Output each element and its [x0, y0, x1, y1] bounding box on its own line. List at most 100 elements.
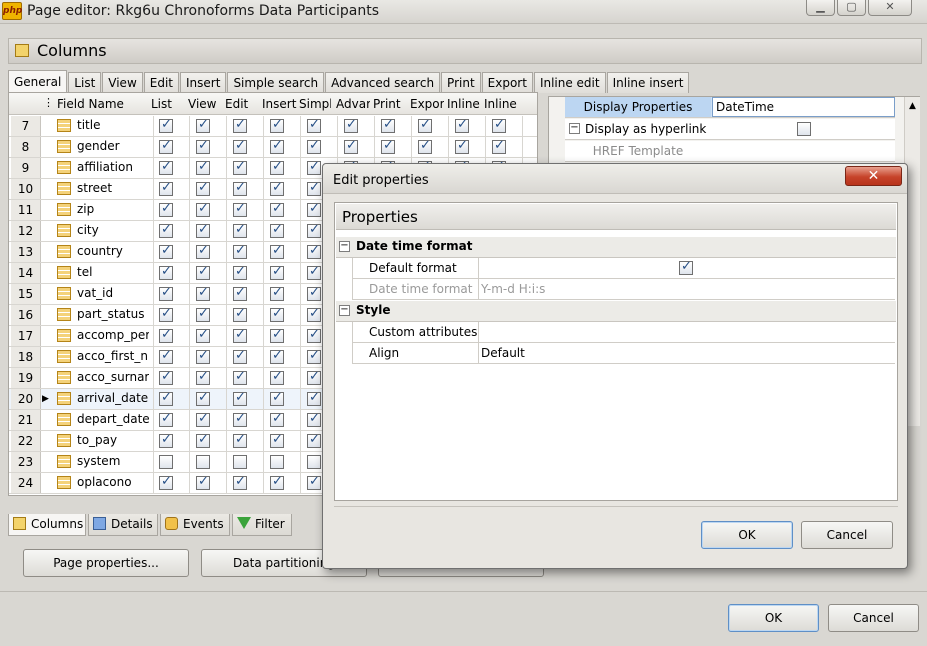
- visibility-checkbox[interactable]: [196, 180, 210, 196]
- field-name[interactable]: depart_date: [77, 412, 149, 426]
- header-export[interactable]: Expor: [410, 97, 444, 111]
- visibility-checkbox[interactable]: [270, 348, 284, 364]
- field-name[interactable]: street: [77, 181, 149, 195]
- visibility-checkbox[interactable]: [307, 474, 321, 490]
- visibility-checkbox[interactable]: [270, 222, 284, 238]
- scroll-up-icon[interactable]: ▲: [905, 101, 920, 111]
- header-edit[interactable]: Edit: [225, 97, 259, 111]
- visibility-checkbox[interactable]: [307, 455, 321, 469]
- field-name[interactable]: city: [77, 223, 149, 237]
- header-insert[interactable]: Insert: [262, 97, 298, 111]
- visibility-checkbox[interactable]: [307, 411, 321, 427]
- field-name[interactable]: tel: [77, 265, 149, 279]
- visibility-checkbox[interactable]: [159, 306, 173, 322]
- visibility-checkbox[interactable]: [233, 327, 247, 343]
- visibility-checkbox[interactable]: [307, 369, 321, 385]
- field-name[interactable]: oplacono: [77, 475, 149, 489]
- visibility-checkbox[interactable]: [270, 455, 284, 469]
- visibility-checkbox[interactable]: [159, 243, 173, 259]
- visibility-checkbox[interactable]: [492, 117, 506, 133]
- visibility-checkbox[interactable]: [196, 117, 210, 133]
- visibility-checkbox[interactable]: [344, 138, 358, 154]
- visibility-checkbox[interactable]: [159, 138, 173, 154]
- tab-insert[interactable]: Insert: [180, 72, 227, 93]
- hyperlink-checkbox[interactable]: [797, 122, 811, 136]
- visibility-checkbox[interactable]: [270, 411, 284, 427]
- tab-list[interactable]: List: [68, 72, 102, 93]
- tab-inline-insert[interactable]: Inline insert: [606, 72, 690, 93]
- visibility-checkbox[interactable]: [233, 306, 247, 322]
- collapse-toggle-icon[interactable]: −: [569, 123, 580, 134]
- visibility-checkbox[interactable]: [307, 327, 321, 343]
- visibility-checkbox[interactable]: [270, 432, 284, 448]
- visibility-checkbox[interactable]: [307, 159, 321, 175]
- visibility-checkbox[interactable]: [159, 432, 173, 448]
- tab-simple-search[interactable]: Simple search: [227, 72, 325, 93]
- header-simple[interactable]: Simpl: [299, 97, 331, 111]
- visibility-checkbox[interactable]: [270, 369, 284, 385]
- visibility-checkbox[interactable]: [418, 138, 432, 154]
- visibility-checkbox[interactable]: [159, 117, 173, 133]
- visibility-checkbox[interactable]: [196, 474, 210, 490]
- tab-advanced-search[interactable]: Advanced search: [325, 72, 441, 93]
- visibility-checkbox[interactable]: [233, 159, 247, 175]
- visibility-checkbox[interactable]: [344, 117, 358, 133]
- visibility-checkbox[interactable]: [233, 264, 247, 280]
- visibility-checkbox[interactable]: [196, 264, 210, 280]
- field-name[interactable]: title: [77, 118, 149, 132]
- visibility-checkbox[interactable]: [233, 222, 247, 238]
- visibility-checkbox[interactable]: [159, 222, 173, 238]
- visibility-checkbox[interactable]: [270, 285, 284, 301]
- field-name[interactable]: country: [77, 244, 149, 258]
- visibility-checkbox[interactable]: [196, 159, 210, 175]
- tab-print[interactable]: Print: [441, 72, 481, 93]
- visibility-checkbox[interactable]: [307, 138, 321, 154]
- field-name[interactable]: acco_surnar: [77, 370, 149, 384]
- header-advanced[interactable]: Advar: [336, 97, 370, 111]
- visibility-checkbox[interactable]: [196, 138, 210, 154]
- tab-view[interactable]: View: [102, 72, 143, 93]
- visibility-checkbox[interactable]: [307, 306, 321, 322]
- bottom-tab-filter[interactable]: Filter: [232, 514, 292, 536]
- visibility-checkbox[interactable]: [455, 117, 469, 133]
- visibility-checkbox[interactable]: [196, 306, 210, 322]
- visibility-checkbox[interactable]: [233, 138, 247, 154]
- visibility-checkbox[interactable]: [307, 243, 321, 259]
- ok-button[interactable]: OK: [728, 604, 819, 632]
- default-format-checkbox[interactable]: [679, 259, 693, 275]
- visibility-checkbox[interactable]: [270, 390, 284, 406]
- visibility-checkbox[interactable]: [159, 159, 173, 175]
- bottom-tab-details[interactable]: Details: [88, 514, 158, 536]
- visibility-checkbox[interactable]: [270, 117, 284, 133]
- visibility-checkbox[interactable]: [159, 348, 173, 364]
- table-row[interactable]: 8 gender: [9, 137, 537, 158]
- field-name[interactable]: vat_id: [77, 286, 149, 300]
- visibility-checkbox[interactable]: [233, 348, 247, 364]
- header-list[interactable]: List: [151, 97, 185, 111]
- display-properties-value[interactable]: DateTime: [712, 97, 895, 117]
- visibility-checkbox[interactable]: [159, 201, 173, 217]
- tab-inline-edit[interactable]: Inline edit: [533, 72, 606, 93]
- custom-attributes-value[interactable]: [478, 322, 896, 342]
- dialog-ok-button[interactable]: OK: [701, 521, 793, 549]
- visibility-checkbox[interactable]: [270, 201, 284, 217]
- visibility-checkbox[interactable]: [233, 180, 247, 196]
- collapse-style-icon[interactable]: −: [339, 305, 350, 316]
- visibility-checkbox[interactable]: [307, 201, 321, 217]
- field-name[interactable]: arrival_date: [77, 391, 149, 405]
- visibility-checkbox[interactable]: [233, 243, 247, 259]
- section-datetime-format[interactable]: − Date time format: [336, 237, 896, 258]
- field-name[interactable]: system: [77, 454, 149, 468]
- visibility-checkbox[interactable]: [381, 138, 395, 154]
- visibility-checkbox[interactable]: [455, 138, 469, 154]
- visibility-checkbox[interactable]: [233, 201, 247, 217]
- visibility-checkbox[interactable]: [307, 117, 321, 133]
- window-close-button[interactable]: ✕: [868, 0, 912, 16]
- visibility-checkbox[interactable]: [196, 243, 210, 259]
- align-value[interactable]: Default: [478, 343, 896, 363]
- visibility-checkbox[interactable]: [159, 264, 173, 280]
- field-name[interactable]: zip: [77, 202, 149, 216]
- field-name[interactable]: to_pay: [77, 433, 149, 447]
- prop-row-display[interactable]: Display Properties DateTime: [565, 97, 895, 118]
- tab-export[interactable]: Export: [481, 72, 533, 93]
